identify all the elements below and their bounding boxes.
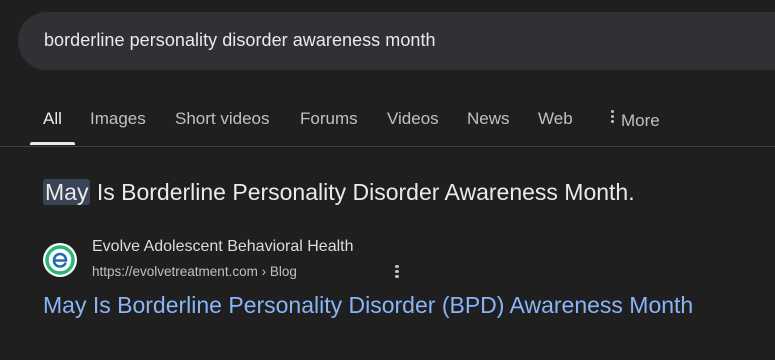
tab-more-label: More	[621, 111, 660, 130]
result-site-name[interactable]: Evolve Adolescent Behavioral Health	[92, 238, 354, 256]
tab-all[interactable]: All	[43, 109, 62, 129]
tab-forums[interactable]: Forums	[300, 109, 358, 129]
tabs-divider	[0, 146, 775, 147]
search-input[interactable]: borderline personality disorder awarenes…	[44, 30, 436, 51]
active-tab-indicator	[30, 142, 75, 145]
result-url[interactable]: https://evolvetreatment.com › Blog	[92, 264, 297, 279]
featured-snippet-heading: May Is Borderline Personality Disorder A…	[43, 179, 635, 206]
search-bar[interactable]: borderline personality disorder awarenes…	[18, 12, 775, 70]
evolve-e-logo-icon[interactable]	[43, 243, 77, 277]
vertical-dots-icon	[609, 108, 615, 125]
result-title-link[interactable]: May Is Borderline Personality Disorder (…	[43, 292, 693, 319]
tab-videos[interactable]: Videos	[387, 109, 439, 129]
tab-images[interactable]: Images	[90, 109, 146, 129]
tab-more[interactable]: More	[609, 109, 660, 131]
tab-web[interactable]: Web	[538, 109, 573, 129]
search-tabs: All Images Short videos Forums Videos Ne…	[0, 96, 775, 146]
more-options-icon[interactable]	[392, 263, 402, 281]
snippet-highlight: May	[43, 179, 91, 205]
tab-short-videos[interactable]: Short videos	[175, 109, 270, 129]
snippet-text: Is Borderline Personality Disorder Aware…	[90, 179, 635, 205]
tab-news[interactable]: News	[467, 109, 510, 129]
